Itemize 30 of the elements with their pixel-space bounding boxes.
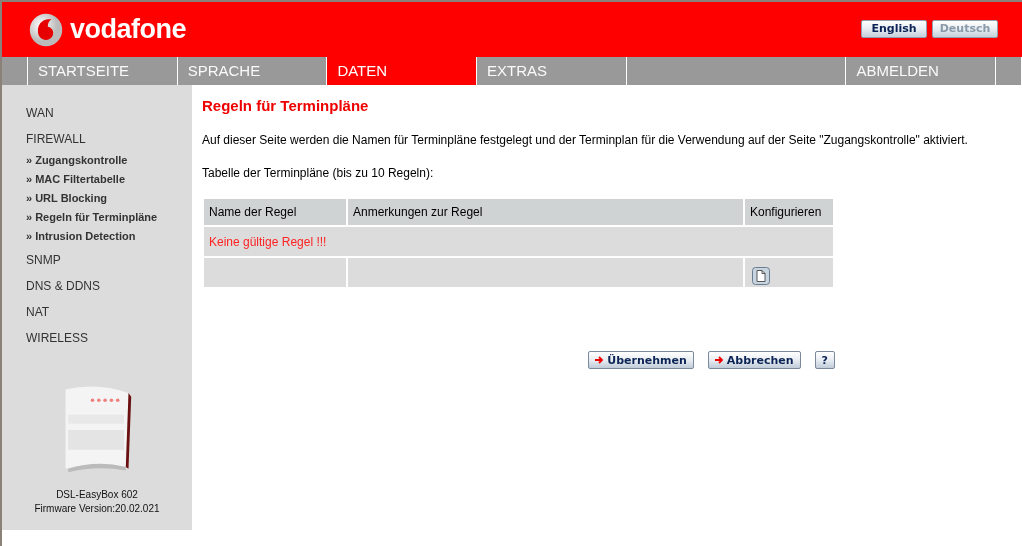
sidebar-item[interactable]: FIREWALL <box>26 131 86 147</box>
sidebar-subitem[interactable]: » MAC Filtertabelle <box>26 170 126 189</box>
page-title: Regeln für Terminpläne <box>202 97 370 114</box>
table-caption: Tabelle der Terminpläne (bis zu 10 Regeln): <box>202 166 435 180</box>
sidebar-item[interactable]: DNS & DDNS <box>26 278 100 294</box>
device-model: DSL-EasyBox 602 <box>56 488 138 502</box>
column-header: Anmerkungen zur Regel <box>347 199 744 226</box>
sidebar-item[interactable]: SNMP <box>26 252 61 268</box>
brand-name: vodafone <box>70 14 186 45</box>
description-text: Auf dieser Seite werden die Namen für Terminpläne festgelegt und der Terminplan für die Verwendung auf der Seite "Zugangskontrolle" aktiviert. <box>202 132 969 148</box>
sidebar-subitem[interactable]: » Intrusion Detection <box>26 227 136 246</box>
sidebar-subitem[interactable]: » Regeln für Terminpläne <box>26 208 158 227</box>
column-header: Name der Regel <box>203 199 347 226</box>
language-button[interactable]: English <box>861 19 927 38</box>
sidebar-item[interactable]: WAN <box>26 105 54 121</box>
speech-mark-icon <box>28 11 64 48</box>
firmware-version: Firmware Version:20.02.021 <box>34 502 160 516</box>
column-header: Konfigurieren <box>744 199 834 226</box>
new-document-icon[interactable] <box>752 266 770 285</box>
nav-tab[interactable]: DATEN <box>327 57 478 85</box>
sidebar-item[interactable]: NAT <box>26 304 50 320</box>
sidebar-subitem[interactable]: » URL Blocking <box>26 189 108 208</box>
sidebar-subitem[interactable]: » Zugangskontrolle <box>26 151 128 170</box>
arrow-icon <box>595 356 605 364</box>
help-button[interactable]: ? <box>814 351 835 369</box>
action-button[interactable]: Übernehmen <box>588 351 694 369</box>
sidebar-item[interactable]: WIRELESS <box>26 330 88 346</box>
table-message: Keine gültige Regel !!! <box>203 226 834 257</box>
arrow-icon <box>714 356 724 364</box>
action-button[interactable]: Abbrechen <box>707 351 801 369</box>
